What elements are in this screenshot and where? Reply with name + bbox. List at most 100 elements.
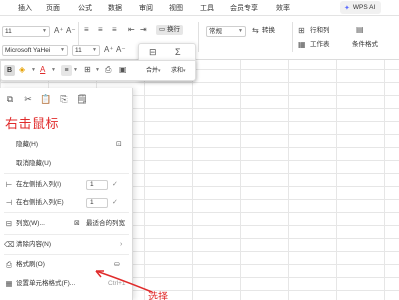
mini-toolbar: B ◈ ▼ A ▼ ≡ ▼ ⊞ ▼ ⎙ ▣ 合并▾ 求和▾: [0, 60, 196, 81]
annotation-select: 选择: [148, 292, 168, 300]
menu-column-width[interactable]: ⊟ 列宽(W)... ⊠ 最适合的列宽: [0, 217, 133, 231]
menu-unhide[interactable]: 取消隐藏(U): [0, 157, 133, 171]
chevron-down-icon: ▾: [183, 68, 186, 74]
menu-format-painter-label: 格式刷(O): [16, 261, 45, 268]
indent-icon[interactable]: ⇤: [128, 25, 135, 35]
sum-icon[interactable]: Σ: [175, 47, 181, 57]
confirm-check-icon[interactable]: ✓: [112, 198, 118, 208]
cell-style-icon[interactable]: ▣: [119, 65, 127, 75]
chevron-down-icon: ▼: [238, 28, 243, 34]
tab-view[interactable]: 视图: [169, 3, 183, 13]
convert-icon: ⇆: [252, 26, 259, 35]
menu-insert-right[interactable]: ⊣ 在右侧插入列(E) 1 ✓: [0, 196, 133, 210]
menu-tab-bar: 插入 页面 公式 数据 审阅 视图 工具 会员专享 效率 ✦ WPS AI: [0, 0, 399, 16]
tab-member[interactable]: 会员专享: [230, 3, 258, 13]
font-size-select-2[interactable]: 11 ▼: [72, 45, 100, 56]
chevron-down-icon: ▾: [158, 68, 161, 74]
chevron-down-icon: ▼: [51, 67, 56, 73]
row-col-icon: ⊞: [298, 26, 305, 35]
copy-icon[interactable]: ⧉: [4, 94, 16, 105]
menu-format-cells-label: 设置单元格格式(F)...: [16, 280, 76, 287]
conditional-format-icon: ▤: [356, 25, 364, 34]
font-name-select[interactable]: Microsoft YaHei ▼: [2, 45, 68, 56]
tab-tools[interactable]: 工具: [200, 3, 214, 13]
font-name-value: Microsoft YaHei: [5, 47, 51, 54]
chevron-down-icon: ▼: [31, 67, 36, 73]
convert-button[interactable]: 转换: [262, 26, 275, 36]
number-format-value: 常规: [209, 28, 222, 35]
fill-color-icon[interactable]: ◈: [19, 65, 25, 75]
ribbon: 11 ▼ A⁺ A⁻ ≡ ≡ ≡ ⇤ ⇥ ▭ 换行 常规 ▼ ⇆ 转换 ⊞ 行和列 …: [0, 16, 399, 60]
font-size-value-2: 11: [75, 47, 82, 54]
clipboard-row: ⧉ ✂ 📋 ⎘ 🗒: [4, 94, 88, 105]
menu-clear-label: 清除内容(N): [16, 241, 52, 248]
confirm-check-icon[interactable]: ✓: [112, 180, 118, 190]
shrink-font-icon[interactable]: A⁻: [116, 45, 126, 55]
ai-spark-icon: ✦: [344, 4, 350, 12]
tab-insert[interactable]: 插入: [18, 3, 32, 13]
chevron-down-icon: ▼: [95, 67, 100, 73]
annotation-arrow: [95, 270, 153, 293]
worksheet-icon: ▦: [298, 40, 306, 49]
menu-hide[interactable]: 隐藏(H) ⊡: [0, 138, 133, 152]
align-center-icon[interactable]: ≡: [61, 65, 72, 76]
insert-left-count-input[interactable]: 1: [86, 180, 108, 190]
menu-separator: [4, 254, 129, 255]
merge-text: 合并: [146, 68, 159, 74]
grow-font-icon[interactable]: A⁺: [104, 45, 114, 55]
grow-font-icon[interactable]: A⁺: [54, 26, 64, 36]
insert-right-count-input[interactable]: 1: [86, 198, 108, 208]
shrink-font-icon[interactable]: A⁻: [66, 26, 76, 36]
cut-icon[interactable]: ✂: [22, 94, 34, 105]
menu-separator: [4, 173, 129, 174]
paste-icon[interactable]: 📋: [40, 94, 52, 105]
paste-text-icon[interactable]: 🗒: [76, 94, 88, 105]
font-color-icon[interactable]: A: [40, 65, 45, 75]
column-width-icon: ⊟: [5, 219, 13, 228]
tab-data[interactable]: 数据: [108, 3, 122, 13]
wps-ai-label: WPS AI: [352, 4, 376, 11]
align-top-icon[interactable]: ≡: [84, 25, 89, 35]
wrap-label: 换行: [166, 26, 180, 33]
merge-label[interactable]: 合并▾: [146, 66, 161, 76]
chevron-right-icon: ›: [120, 241, 123, 248]
chevron-down-icon: ▼: [60, 47, 65, 53]
align-middle-icon[interactable]: ≡: [98, 25, 103, 35]
menu-clear[interactable]: ⌫ 清除内容(N) ›: [0, 238, 133, 252]
insert-column-left-icon: ⊢: [5, 180, 13, 189]
tab-review[interactable]: 审阅: [139, 3, 153, 13]
tab-page[interactable]: 页面: [46, 3, 60, 13]
menu-unhide-label: 取消隐藏(U): [16, 160, 52, 167]
border-icon[interactable]: ⊞: [84, 65, 91, 75]
menu-hide-label: 隐藏(H): [16, 141, 39, 148]
divider: [198, 22, 199, 52]
hide-icon: ⊡: [116, 141, 122, 148]
format-cells-icon: ▦: [5, 279, 13, 288]
insert-column-right-icon: ⊣: [5, 198, 13, 207]
wps-ai-button[interactable]: ✦ WPS AI: [340, 1, 382, 14]
font-size-select[interactable]: 11 ▼: [2, 26, 50, 37]
annotation-right-click: 右击鼠标: [5, 117, 60, 132]
bold-icon[interactable]: B: [4, 65, 15, 76]
best-fit-button[interactable]: 最适合的列宽: [86, 217, 125, 231]
align-bottom-icon[interactable]: ≡: [112, 25, 117, 35]
row-col-button[interactable]: 行和列: [310, 26, 330, 36]
tab-efficiency[interactable]: 效率: [276, 3, 290, 13]
menu-column-width-label: 列宽(W)...: [16, 220, 45, 227]
menu-insert-left[interactable]: ⊢ 在左侧插入列(I) 1 ✓: [0, 178, 133, 192]
chevron-down-icon: ▼: [73, 67, 78, 73]
menu-separator: [4, 234, 129, 235]
menu-insert-right-label: 在右侧插入列(E): [16, 199, 64, 206]
format-painter-icon[interactable]: ⎙: [105, 65, 111, 75]
wrap-text-button[interactable]: ▭ 换行: [156, 25, 183, 35]
number-format-select[interactable]: 常规 ▼: [206, 26, 246, 37]
conditional-format-button[interactable]: 条件格式: [352, 40, 378, 50]
tab-formula[interactable]: 公式: [78, 3, 92, 13]
format-painter-icon: ⎙: [6, 260, 12, 269]
chevron-down-icon: ▼: [92, 47, 97, 53]
sum-label[interactable]: 求和▾: [171, 66, 186, 76]
outdent-icon[interactable]: ⇥: [140, 25, 147, 35]
merge-icon[interactable]: ⊟: [149, 47, 157, 57]
worksheet-button[interactable]: 工作表: [310, 40, 330, 50]
paste-values-icon[interactable]: ⎘: [58, 94, 70, 105]
